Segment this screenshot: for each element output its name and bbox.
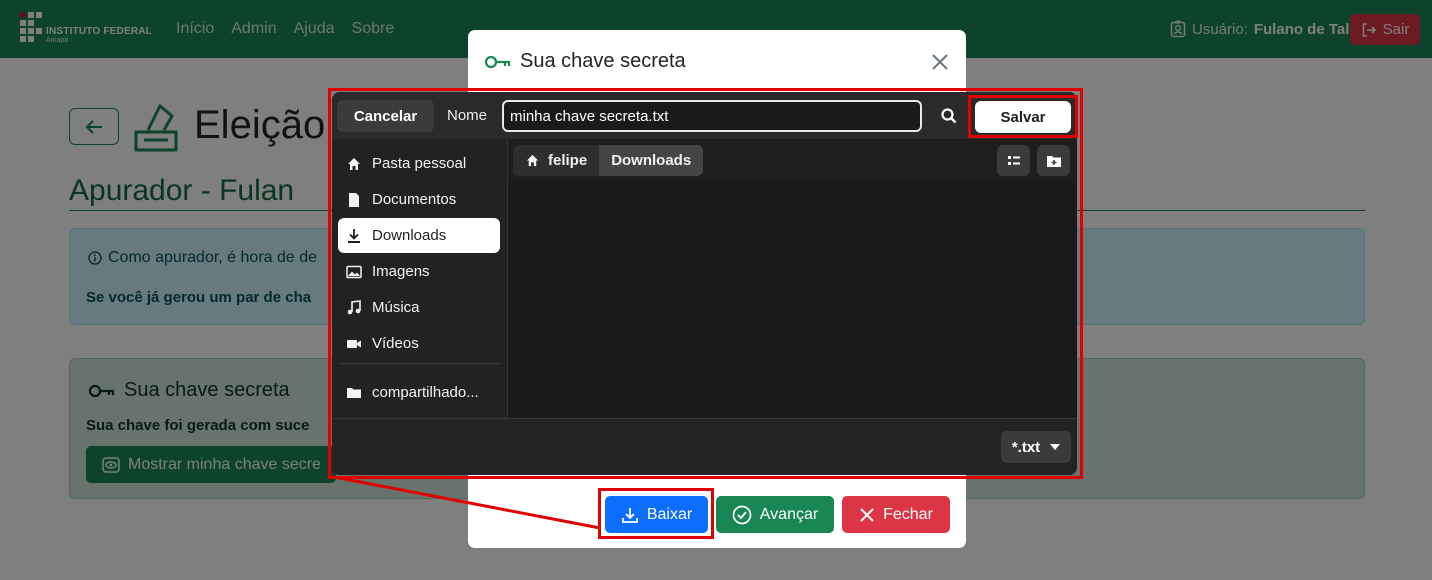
dialog-highlight-box (328, 88, 1083, 479)
check-circle-icon (732, 505, 752, 524)
next-label: Avançar (759, 505, 819, 523)
save-highlight-box (968, 95, 1078, 138)
x-icon (860, 507, 874, 522)
key-icon (484, 55, 511, 68)
close-label: Fechar (883, 505, 933, 523)
modal-title: Sua chave secreta (484, 50, 686, 73)
download-highlight-box (598, 488, 714, 539)
modal-title-text: Sua chave secreta (520, 50, 686, 72)
close-button[interactable]: Fechar (842, 496, 950, 533)
next-button[interactable]: Avançar (716, 496, 834, 533)
close-icon[interactable] (928, 50, 952, 74)
